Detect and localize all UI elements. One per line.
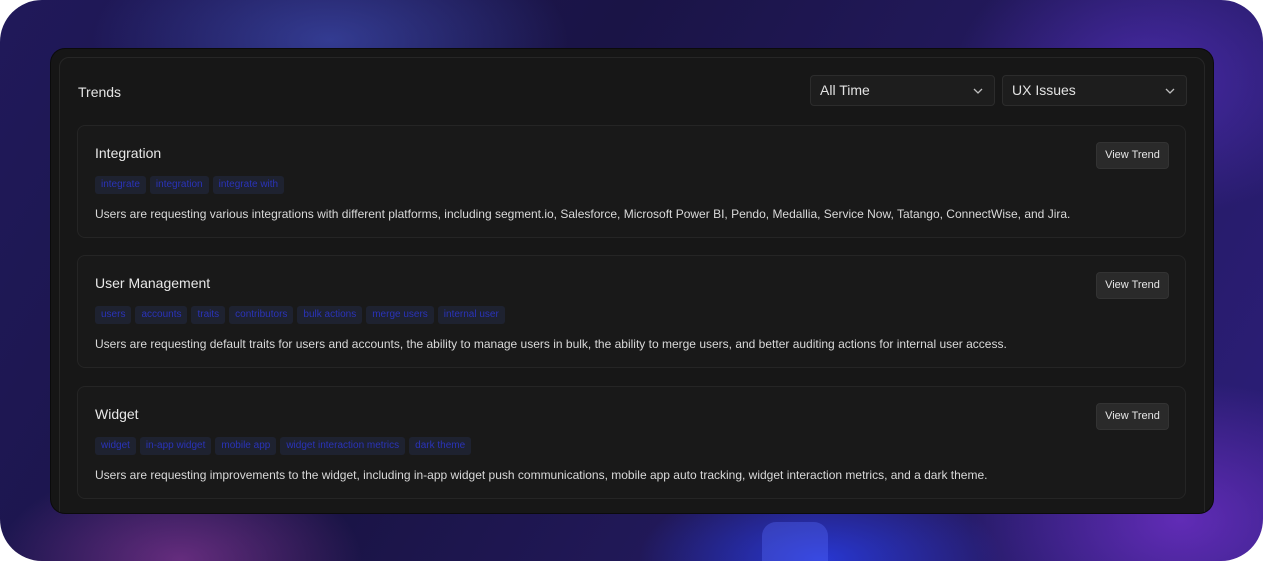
tag[interactable]: integration xyxy=(149,176,209,194)
tag[interactable]: mobile app xyxy=(215,437,277,455)
page-title: Trends xyxy=(78,84,122,100)
tag[interactable]: bulk actions xyxy=(297,306,363,324)
trend-card-integration: Integration View Trend integrate integra… xyxy=(77,125,1186,238)
chevron-down-icon xyxy=(973,88,983,94)
tag[interactable]: contributors xyxy=(229,306,294,324)
type-filter-value: UX Issues xyxy=(1012,82,1076,98)
tag[interactable]: merge users xyxy=(366,306,434,324)
tag[interactable]: widget xyxy=(95,437,136,455)
trend-card-widget: Widget View Trend widget in-app widget m… xyxy=(77,386,1186,499)
trend-title: User Management xyxy=(95,275,211,291)
app-frame: Trends All Time UX Issues Integration Vi… xyxy=(0,0,1263,561)
trend-title: Widget xyxy=(95,406,139,422)
trend-title: Integration xyxy=(95,145,162,161)
tag-list: users accounts traits contributors bulk … xyxy=(95,306,505,324)
tag[interactable]: users xyxy=(95,306,132,324)
tag[interactable]: dark theme xyxy=(409,437,472,455)
type-filter-select[interactable]: UX Issues xyxy=(1002,75,1187,106)
tag[interactable]: accounts xyxy=(135,306,188,324)
tag[interactable]: integrate with xyxy=(212,176,285,194)
view-trend-button[interactable]: View Trend xyxy=(1096,272,1169,299)
tag[interactable]: in-app widget xyxy=(139,437,212,455)
tag[interactable]: integrate xyxy=(95,176,146,194)
tag[interactable]: internal user xyxy=(437,306,505,324)
tag[interactable]: traits xyxy=(191,306,226,324)
time-filter-value: All Time xyxy=(820,82,870,98)
tag-list: integrate integration integrate with xyxy=(95,176,285,194)
background-blob xyxy=(762,522,828,561)
trend-description: Users are requesting default traits for … xyxy=(95,337,1007,351)
time-filter-select[interactable]: All Time xyxy=(810,75,995,106)
tag-list: widget in-app widget mobile app widget i… xyxy=(95,437,472,455)
tag[interactable]: widget interaction metrics xyxy=(280,437,406,455)
trends-panel: Trends All Time UX Issues Integration Vi… xyxy=(51,49,1213,513)
trends-container: Trends All Time UX Issues Integration Vi… xyxy=(59,57,1205,513)
chevron-down-icon xyxy=(1165,88,1175,94)
trend-description: Users are requesting improvements to the… xyxy=(95,468,988,482)
view-trend-button[interactable]: View Trend xyxy=(1096,403,1169,430)
trend-description: Users are requesting various integration… xyxy=(95,207,1071,221)
trend-card-user-management: User Management View Trend users account… xyxy=(77,255,1186,368)
view-trend-button[interactable]: View Trend xyxy=(1096,142,1169,169)
